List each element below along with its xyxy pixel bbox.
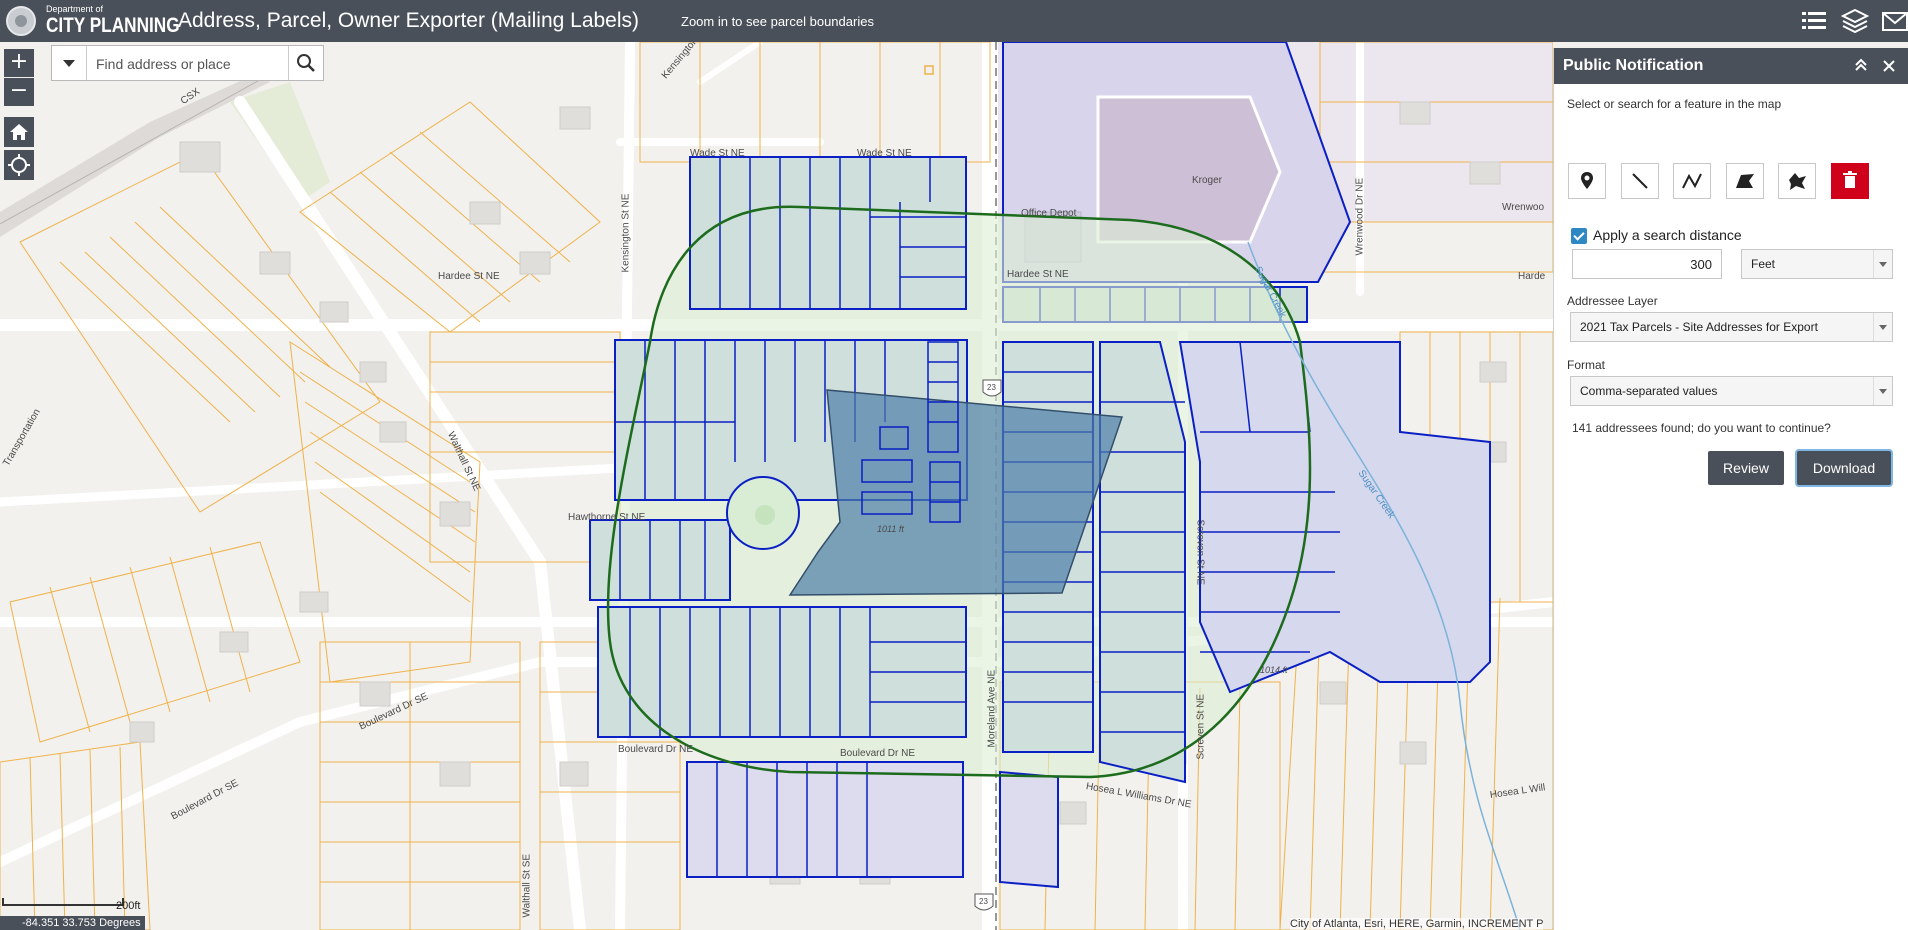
apply-distance-checkbox[interactable] — [1571, 228, 1587, 244]
app-header: Department of CITY PLANNING Address, Par… — [0, 0, 1908, 42]
street-label: Moreland Ave NE — [986, 669, 998, 748]
double-chevron-up-icon — [1855, 58, 1867, 71]
coordinates-readout: -84.351 33.753 Degrees — [0, 916, 145, 930]
street-label: Wade St NE — [857, 148, 912, 159]
search-widget — [51, 45, 324, 81]
result-message: 141 addressees found; do you want to con… — [1572, 421, 1831, 435]
close-icon — [1883, 60, 1895, 72]
collapse-panel-button[interactable] — [1852, 56, 1870, 74]
addressee-layer-label: Addressee Layer — [1567, 294, 1658, 308]
close-panel-button[interactable] — [1882, 53, 1896, 82]
street-label: Harde — [1518, 271, 1546, 282]
chevron-down-icon — [1873, 250, 1892, 278]
zoom-message: Zoom in to see parcel boundaries — [681, 14, 874, 29]
search-button[interactable] — [288, 46, 323, 80]
logo-department-label: Department of — [46, 4, 104, 14]
format-select[interactable]: Comma-separated values — [1570, 376, 1893, 406]
panel-title: Public Notification — [1563, 57, 1704, 74]
dimension-label: 1014 ft — [1260, 665, 1288, 675]
street-label: Kensington St NE — [620, 193, 632, 273]
polygon-tool-icon — [1789, 173, 1806, 190]
search-source-dropdown[interactable] — [52, 46, 87, 80]
locate-icon — [8, 154, 30, 176]
polyline-tool-button[interactable] — [1673, 163, 1711, 199]
polygon-tool-button[interactable] — [1778, 163, 1816, 199]
addressee-layer-value: 2021 Tax Parcels - Site Addresses for Ex… — [1580, 320, 1818, 334]
layers-icon[interactable] — [1840, 8, 1870, 34]
line-tool-icon — [1632, 173, 1648, 189]
street-label: Screven St NE — [1195, 693, 1207, 760]
distance-unit-value: Feet — [1751, 257, 1776, 271]
locate-button[interactable] — [4, 150, 34, 180]
map-view[interactable]: Wade St NE Wade St NE Kensington St NE K… — [0, 42, 1553, 930]
street-label: Wrenwoo — [1502, 202, 1545, 213]
zoom-in-button[interactable]: + — [4, 49, 34, 77]
apply-distance-label: Apply a search distance — [1593, 227, 1742, 243]
point-tool-button[interactable] — [1568, 163, 1606, 199]
route-shield-label: 23 — [987, 383, 996, 392]
panel-header: Public Notification — [1554, 48, 1908, 84]
addressee-layer-select[interactable]: 2021 Tax Parcels - Site Addresses for Ex… — [1570, 312, 1893, 342]
logo-city-planning-label: CITY PLANNING — [46, 14, 180, 37]
legend-list-icon[interactable] — [1800, 8, 1828, 34]
format-label: Format — [1567, 358, 1606, 372]
home-icon — [10, 124, 28, 140]
map-attribution: City of Atlanta, Esri, HERE, Garmin, INC… — [1290, 918, 1544, 930]
route-shield-label: 23 — [979, 897, 988, 906]
line-tool-button[interactable] — [1621, 163, 1659, 199]
freehand-polygon-tool-icon — [1736, 174, 1754, 188]
review-button[interactable]: Review — [1708, 451, 1784, 485]
point-tool-icon — [1581, 172, 1593, 189]
street-label: Boulevard Dr NE — [618, 744, 694, 755]
street-label: Boulevard Dr NE — [840, 748, 916, 759]
scale-label: 200ft — [116, 900, 141, 912]
place-label: Kroger — [1192, 175, 1223, 186]
distance-unit-select[interactable]: Feet — [1741, 249, 1893, 279]
scale-bar — [2, 898, 124, 906]
freehand-polygon-tool-button[interactable] — [1726, 163, 1764, 199]
street-label: Hardee St NE — [1007, 269, 1069, 280]
street-label: Hawthorne St NE — [568, 512, 646, 523]
app-title: Address, Parcel, Owner Exporter (Mailing… — [178, 9, 640, 32]
format-value: Comma-separated values — [1580, 384, 1718, 398]
public-notification-panel: Public Notification Select or search for… — [1553, 48, 1908, 930]
street-label: Screven St NE — [1194, 519, 1206, 586]
street-label: Hardee St NE — [438, 271, 500, 282]
trash-icon — [1843, 171, 1857, 188]
street-label: Wrenwood Dr NE — [1354, 177, 1366, 256]
zoom-out-button[interactable]: − — [4, 78, 34, 106]
search-distance-input[interactable] — [1572, 249, 1722, 279]
home-button[interactable] — [4, 117, 34, 147]
street-label: Walthall St SE — [521, 853, 533, 918]
public-notification-envelope-icon[interactable] — [1880, 8, 1908, 34]
street-label: Wade St NE — [690, 148, 745, 159]
download-button[interactable]: Download — [1797, 451, 1891, 485]
map-canvas — [0, 42, 1553, 930]
panel-instruction: Select or search for a feature in the ma… — [1567, 97, 1782, 111]
city-seal-logo — [6, 6, 36, 36]
chevron-down-icon — [1873, 377, 1892, 405]
polyline-tool-icon — [1682, 173, 1702, 189]
chevron-down-icon — [1873, 313, 1892, 341]
search-icon — [297, 54, 315, 72]
place-label: Office Depot — [1021, 208, 1077, 219]
delete-graphics-button[interactable] — [1831, 163, 1869, 199]
search-input[interactable] — [94, 51, 278, 77]
dimension-label: 1011 ft — [877, 524, 904, 534]
